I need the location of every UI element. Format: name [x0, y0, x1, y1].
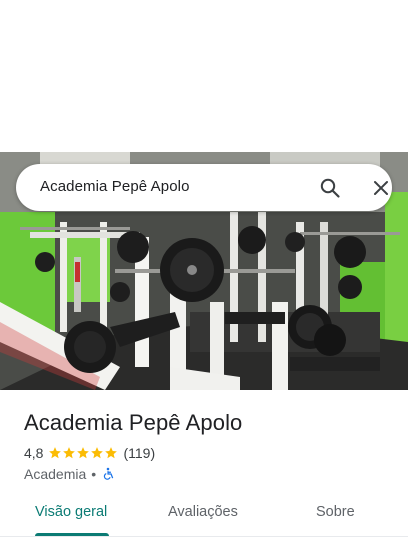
tabs-divider — [0, 536, 408, 537]
star-icon — [105, 447, 118, 459]
search-bar[interactable]: Academia Pepê Apolo — [16, 164, 392, 211]
rating-row[interactable]: 4,8 (119) — [24, 444, 155, 462]
star-icon — [49, 447, 62, 459]
star-icon — [91, 447, 104, 459]
separator-dot: • — [91, 466, 97, 482]
tab-about[interactable]: Sobre — [316, 504, 355, 520]
rating-value: 4,8 — [24, 445, 44, 461]
tab-reviews[interactable]: Avaliações — [168, 504, 238, 520]
search-input[interactable]: Academia Pepê Apolo — [40, 178, 190, 195]
place-title: Academia Pepê Apolo — [24, 410, 243, 435]
search-icon[interactable] — [318, 176, 342, 200]
star-icon — [77, 447, 90, 459]
review-count[interactable]: (119) — [123, 445, 155, 461]
blank-top-area — [0, 0, 408, 152]
wheelchair-icon — [104, 467, 114, 480]
category-row: Academia • — [24, 465, 115, 483]
close-icon[interactable] — [369, 176, 393, 200]
star-icon — [63, 447, 76, 459]
place-category: Academia — [24, 466, 87, 482]
star-rating — [48, 446, 118, 460]
place-tabs: Visão geral Avaliações Sobre — [0, 496, 408, 544]
tab-overview[interactable]: Visão geral — [35, 504, 107, 520]
